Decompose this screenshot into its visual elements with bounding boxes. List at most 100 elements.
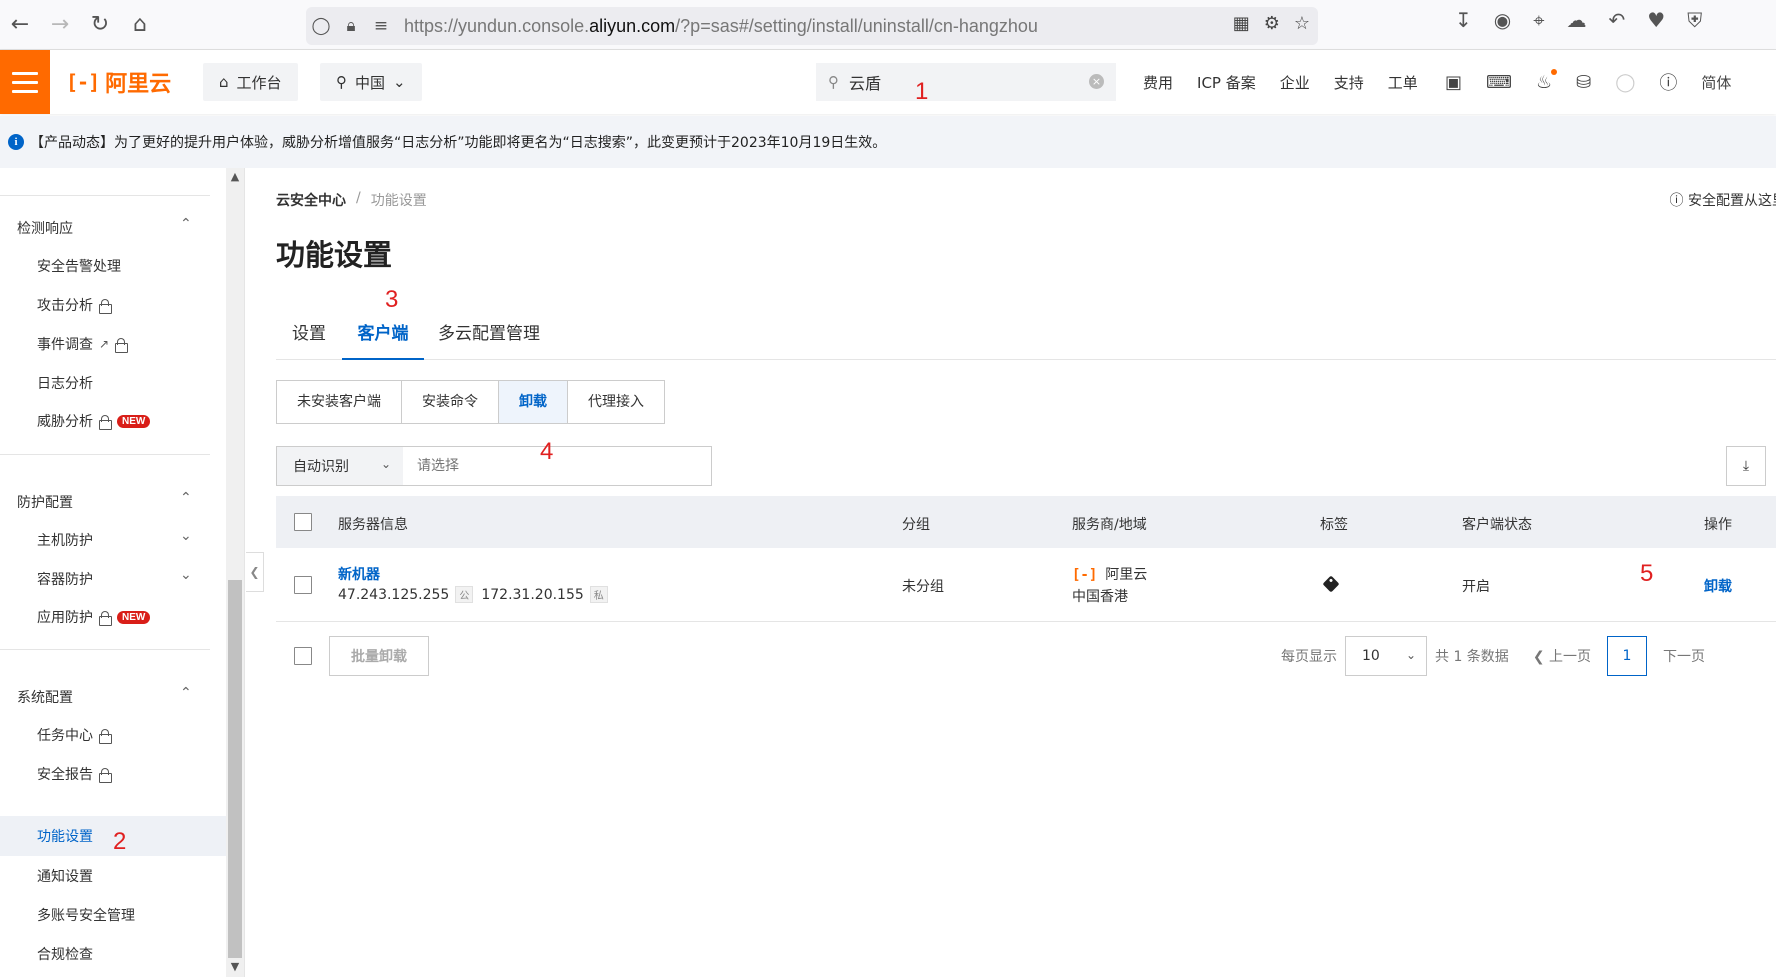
bookmark-star-icon[interactable]: ☆ xyxy=(1294,13,1310,34)
bell-icon[interactable]: ♨ xyxy=(1536,68,1558,93)
sidebar-item-investigation[interactable]: 事件调查 ↗ xyxy=(37,334,129,354)
th-provider: 服务商/地域 xyxy=(1072,517,1147,533)
sidebar-group-protection[interactable]: 防护配置 xyxy=(17,492,73,512)
segment-proxy[interactable]: 代理接入 xyxy=(568,381,664,423)
chevron-up-icon[interactable]: ⌃ xyxy=(180,685,192,701)
segment-uninstall[interactable]: 卸载 xyxy=(499,381,568,423)
server-name-link[interactable]: 新机器 xyxy=(338,564,380,584)
header-link-cost[interactable]: 费用 xyxy=(1143,72,1173,93)
sidebar-item-report[interactable]: 安全报告 xyxy=(37,764,112,784)
scroll-down-icon[interactable]: ▼ xyxy=(228,960,242,973)
tab-settings[interactable]: 设置 xyxy=(276,308,342,360)
region-selector[interactable]: ⚲ 中国 ⌄ xyxy=(320,63,422,101)
th-action: 操作 xyxy=(1704,517,1732,533)
reload-icon[interactable]: ↻ xyxy=(80,5,120,45)
header-link-ticket[interactable]: 工单 xyxy=(1388,72,1418,93)
scrollbar-thumb[interactable] xyxy=(228,580,242,958)
chevron-up-icon[interactable]: ⌃ xyxy=(180,490,192,506)
sidebar-item-host[interactable]: 主机防护 xyxy=(37,530,93,550)
batch-uninstall-button[interactable]: 批量卸载 xyxy=(329,636,429,676)
scroll-up-icon[interactable]: ▲ xyxy=(228,170,242,183)
sidebar-group-system[interactable]: 系统配置 xyxy=(17,687,73,707)
chevron-down-icon: ⌄ xyxy=(380,457,391,471)
help-link[interactable]: ⓘ 安全配置从这里 xyxy=(1670,190,1776,210)
header-link-icp[interactable]: ICP 备案 xyxy=(1197,72,1256,93)
sidebar-item-app[interactable]: 应用防护 NEW xyxy=(37,607,151,627)
undo-icon[interactable]: ↶ xyxy=(1608,8,1625,32)
tab-multicloud[interactable]: 多云配置管理 xyxy=(424,308,554,360)
heart-icon[interactable]: ♥ xyxy=(1647,8,1665,32)
sidebar-item-container[interactable]: 容器防护 xyxy=(37,569,93,589)
filter-input[interactable] xyxy=(403,447,711,485)
segment-not-installed[interactable]: 未安装客户端 xyxy=(277,381,402,423)
tab-client[interactable]: 客户端 xyxy=(342,308,424,360)
sidebar-item-alert[interactable]: 安全告警处理 xyxy=(37,256,121,276)
shield-check-icon[interactable]: ⛨ xyxy=(1687,8,1702,32)
search-icon: ⚲ xyxy=(828,73,839,91)
lock-icon xyxy=(99,298,112,314)
home-icon: ⌂ xyxy=(219,73,229,91)
filter-type-select[interactable]: 自动识别 ⌄ xyxy=(277,447,403,485)
uninstall-action-link[interactable]: 卸载 xyxy=(1704,576,1732,596)
segment-install-command[interactable]: 安装命令 xyxy=(402,381,499,423)
bug-icon[interactable]: ⚙ xyxy=(1264,13,1280,34)
sidebar-item-threat[interactable]: 威胁分析 NEW xyxy=(37,411,151,431)
help-icon[interactable]: ⓘ xyxy=(1659,69,1677,95)
sidebar-item-attack[interactable]: 攻击分析 xyxy=(37,295,112,315)
forward-icon[interactable]: → xyxy=(40,5,80,45)
aliyun-logo[interactable]: [-] 阿里云 xyxy=(66,66,171,98)
header-link-enterprise[interactable]: 企业 xyxy=(1280,72,1310,93)
select-all-checkbox[interactable] xyxy=(294,513,312,531)
sidebar-group-detect[interactable]: 检测响应 xyxy=(17,218,73,238)
download-icon[interactable]: ↧ xyxy=(1455,8,1472,32)
group-cell: 未分组 xyxy=(902,579,944,595)
notice-text: 【产品动态】为了更好的提升用户体验，威胁分析增值服务“日志分析”功能即将更名为“… xyxy=(30,135,887,151)
sidebar-item-settings[interactable]: 功能设置 xyxy=(37,826,93,846)
address-bar[interactable]: ◯ 🔒︎ ≡ https://yundun.console.aliyun.com… xyxy=(306,7,1318,45)
footer-select-all-checkbox[interactable] xyxy=(294,647,312,665)
permissions-icon[interactable]: ≡ xyxy=(366,16,396,36)
extension-icon[interactable]: ◉ xyxy=(1494,8,1511,32)
chevron-down-icon[interactable]: ⌄ xyxy=(180,567,192,583)
header-link-support[interactable]: 支持 xyxy=(1334,72,1364,93)
chevron-down-icon[interactable]: ⌄ xyxy=(180,528,192,544)
search-input[interactable]: ⚲ 云盾 × xyxy=(816,63,1116,101)
info-icon: i xyxy=(8,134,24,150)
segment-control: 未安装客户端 安装命令 卸载 代理接入 xyxy=(276,380,665,424)
browser-toolbar: ← → ↻ ⌂ ◯ 🔒︎ ≡ https://yundun.console.al… xyxy=(0,0,1776,50)
new-badge: NEW xyxy=(117,414,151,428)
cart-icon[interactable]: ⛁ xyxy=(1576,72,1591,93)
breadcrumb-root[interactable]: 云安全中心 xyxy=(276,190,346,210)
workbench-button[interactable]: ⌂ 工作台 xyxy=(203,63,298,101)
chat-icon[interactable]: ☁ xyxy=(1566,8,1586,32)
app-icon[interactable]: ▣ xyxy=(1445,72,1462,93)
chevron-up-icon[interactable]: ⌃ xyxy=(180,216,192,232)
crop-icon[interactable]: ⌖ xyxy=(1533,8,1544,32)
language-switch[interactable]: 简体 xyxy=(1701,72,1731,93)
clear-icon[interactable]: × xyxy=(1089,74,1104,89)
lightbulb-icon[interactable]: ◯ xyxy=(1615,72,1635,93)
page-number-current[interactable]: 1 xyxy=(1607,636,1647,676)
terminal-icon[interactable]: ⌨ xyxy=(1486,72,1512,93)
per-page-label: 每页显示 xyxy=(1281,649,1337,665)
prev-page-button[interactable]: ❮ 上一页 xyxy=(1533,646,1591,666)
tag-icon[interactable] xyxy=(1322,575,1340,594)
menu-icon[interactable] xyxy=(0,50,50,114)
qr-code-icon[interactable]: ▦ xyxy=(1233,13,1250,34)
sidebar-item-log-analysis[interactable]: 日志分析 xyxy=(37,373,93,393)
download-button[interactable]: ⤓ xyxy=(1726,446,1766,486)
external-link-icon: ↗ xyxy=(99,337,110,351)
sidebar-item-multi-account[interactable]: 多账号安全管理 xyxy=(37,905,135,925)
back-icon[interactable]: ← xyxy=(0,5,40,45)
home-icon[interactable]: ⌂ xyxy=(120,5,160,45)
row-checkbox[interactable] xyxy=(294,576,312,594)
table-footer: 批量卸载 每页显示 10 ⌄ 共 1 条数据 ❮ 上一页 1 下一页 xyxy=(276,636,1776,680)
breadcrumb-separator: / xyxy=(356,190,361,206)
url-text[interactable]: https://yundun.console.aliyun.com/?p=sas… xyxy=(404,16,1038,37)
sidebar-item-compliance[interactable]: 合规检查 xyxy=(37,944,93,964)
page-size-select[interactable]: 10 ⌄ xyxy=(1345,636,1427,676)
next-page-button[interactable]: 下一页 xyxy=(1663,646,1705,666)
sidebar-item-notify[interactable]: 通知设置 xyxy=(37,866,93,886)
sidebar-item-tasks[interactable]: 任务中心 xyxy=(37,725,112,745)
product-notice: i 【产品动态】为了更好的提升用户体验，威胁分析增值服务“日志分析”功能即将更名… xyxy=(0,116,1776,168)
